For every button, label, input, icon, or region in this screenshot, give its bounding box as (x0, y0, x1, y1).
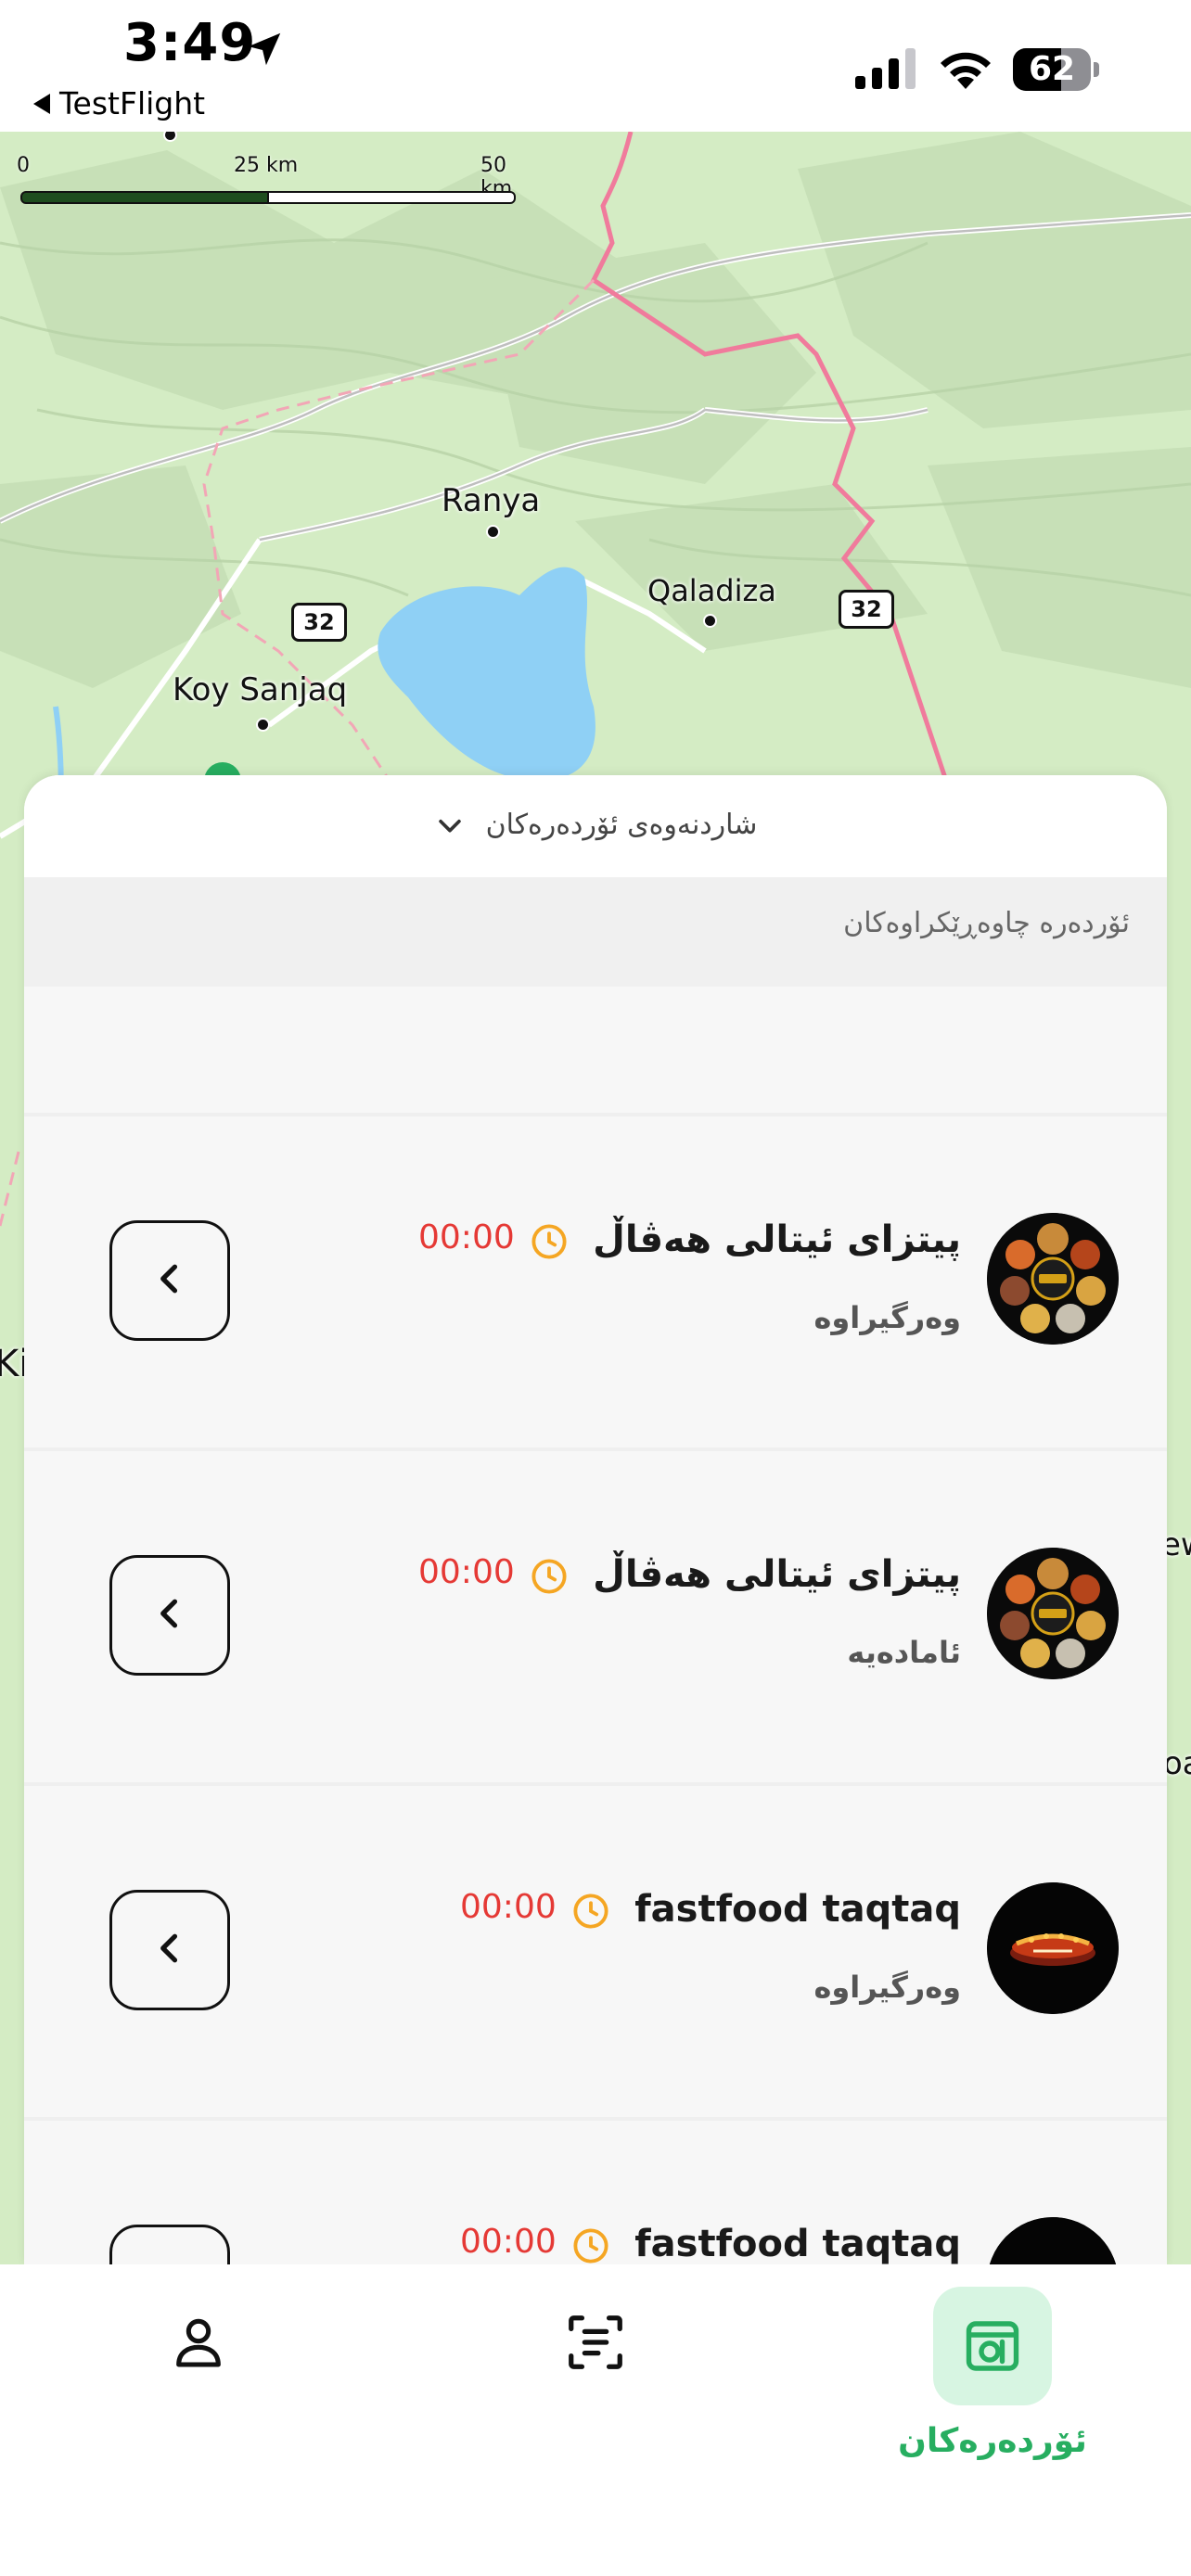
wifi-icon (941, 52, 991, 89)
restaurant-name: fastfood taqtaq (634, 2223, 961, 2264)
sheet-toggle[interactable]: شاردنەوەی ئۆردەرەکان (24, 809, 1167, 841)
map-scale-bar: 0 25 km 50 km (17, 154, 521, 210)
location-arrow-icon (248, 32, 281, 66)
nav-scan[interactable] (555, 2302, 636, 2383)
clock-icon (530, 1222, 569, 1261)
nav-profile[interactable] (158, 2302, 239, 2383)
nav-orders-label[interactable]: ئۆردەرەکان (890, 2422, 1095, 2460)
scale-label-start: 0 (17, 154, 30, 177)
sheet-title: شاردنەوەی ئۆردەرەکان (485, 809, 758, 841)
restaurant-name: پیتزای ئیتالی هەڤاڵ (593, 1553, 961, 1596)
food-platter-logo-icon (987, 1548, 1119, 1679)
scan-document-icon (569, 2315, 622, 2369)
clock-icon (530, 1557, 569, 1596)
scale-bar-dark (20, 191, 271, 204)
order-timer: 00:00 (418, 1553, 515, 1591)
bottom-nav: ئۆردەرەکان (0, 2264, 1191, 2576)
status-bar: 3:49 TestFlight 62 (0, 0, 1191, 132)
road-shield-32-east: 32 (839, 590, 894, 629)
battery-percent: 62 (1028, 50, 1076, 88)
order-row[interactable]: پیتزای ئیتالی هەڤاڵ 00:00 وەرگیراوە (24, 1113, 1167, 1447)
place-label-koy-sanjaq: Koy Sanjaq (173, 671, 348, 708)
road-shield-32: 32 (291, 603, 347, 642)
restaurant-avatar (987, 1882, 1119, 2014)
open-order-button[interactable] (109, 1220, 230, 1341)
open-order-button[interactable] (109, 1555, 230, 1676)
order-row[interactable]: پیتزای ئیتالی هەڤاڵ 00:00 ئامادەیە (24, 1447, 1167, 1781)
restaurant-name: fastfood taqtaq (634, 1888, 961, 1931)
orders-icon (966, 2321, 1019, 2371)
restaurant-avatar (987, 2217, 1119, 2264)
order-row[interactable]: fastfood taqtaq00:00ئامادەیە (24, 2117, 1167, 2264)
order-timer: 00:00 (460, 2223, 557, 2261)
order-status: وەرگیراوە (813, 1300, 961, 1335)
order-row[interactable]: fastfood taqtaq 00:00 وەرگیراوە (24, 1782, 1167, 2116)
sheet-header[interactable]: شاردنەوەی ئۆردەرەکان (24, 775, 1167, 878)
scale-bar-light (267, 191, 516, 204)
order-status: وەرگیراوە (813, 1970, 961, 2005)
cellular-signal-icon (855, 48, 916, 89)
orders-sheet[interactable]: شاردنەوەی ئۆردەرەکان ئۆردەرە چاوەڕێکراوە… (24, 775, 1167, 2264)
place-dot-qaladiza (703, 614, 717, 628)
scale-label-mid: 25 km (234, 154, 299, 177)
order-timer: 00:00 (460, 1888, 557, 1926)
order-timer: 00:00 (418, 1218, 515, 1256)
open-order-button[interactable] (109, 2225, 230, 2264)
place-label-edge-right-2: oa (1163, 1745, 1191, 1782)
battery-indicator: 62 (1013, 48, 1102, 91)
back-app-label: TestFlight (59, 85, 206, 121)
status-time: 3:49 (123, 13, 257, 73)
restaurant-avatar (987, 1548, 1119, 1679)
open-order-button[interactable] (109, 1890, 230, 2010)
chevron-down-icon (438, 819, 461, 833)
restaurant-avatar (987, 1213, 1119, 1345)
chevron-left-icon (149, 1928, 190, 1972)
section-label: ئۆردەرە چاوەڕێکراوەکان (843, 907, 1130, 939)
order-status: ئامادەیە (847, 1635, 961, 1670)
user-icon (176, 2318, 221, 2367)
place-dot-koy-sanjaq (256, 718, 270, 732)
restaurant-name: پیتزای ئیتالی هەڤاڵ (593, 1218, 961, 1261)
back-triangle-icon (33, 93, 50, 114)
nav-orders[interactable] (933, 2287, 1052, 2405)
place-label-ranya: Ranya (442, 482, 541, 519)
food-platter-logo-icon (987, 1213, 1119, 1345)
place-dot-ranya (486, 525, 500, 539)
place-label-qaladiza: Qaladiza (647, 573, 776, 608)
clock-icon (571, 2226, 610, 2264)
grill-logo-icon (987, 1882, 1119, 2014)
chevron-left-icon (149, 1258, 190, 1303)
clock-icon (571, 1892, 610, 1931)
section-header: ئۆردەرە چاوەڕێکراوەکان (24, 877, 1167, 987)
chevron-left-icon (149, 1593, 190, 1638)
back-to-app-link[interactable]: TestFlight (33, 85, 205, 121)
